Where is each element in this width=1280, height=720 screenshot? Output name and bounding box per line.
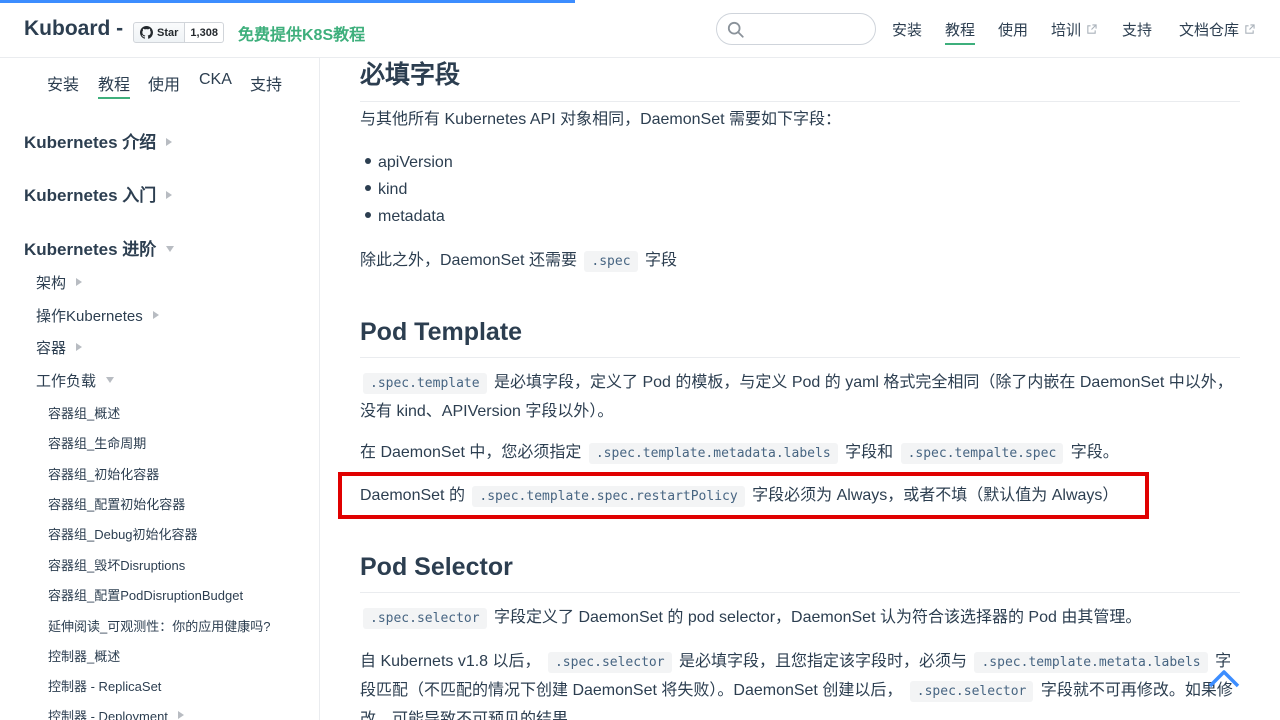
sidebar-subgroup-architecture[interactable]: 架构: [36, 272, 83, 293]
heading-pod-template: Pod Template: [360, 318, 1240, 358]
sidebar-item[interactable]: 延伸阅读_可观测性：你的应用健康吗?: [48, 616, 270, 635]
inline-code: .spec: [584, 251, 638, 272]
external-link-icon: [1245, 24, 1255, 34]
external-link-icon: [1087, 24, 1097, 34]
inline-code: .spec.tempalte.spec: [900, 443, 1064, 464]
chevron-right-icon: [177, 711, 184, 719]
sidebar-item[interactable]: 容器组_生命周期: [48, 433, 146, 452]
nav-usage[interactable]: 使用: [998, 19, 1028, 40]
list-item: metadata: [360, 208, 445, 226]
list-item: apiVersion: [360, 154, 453, 172]
sidebar-item[interactable]: 容器组_配置PodDisruptionBudget: [48, 585, 243, 604]
nav-training[interactable]: 培训: [1051, 19, 1097, 40]
chevron-down-icon: [166, 246, 175, 252]
inline-code: .spec.template.metata.labels: [974, 652, 1208, 673]
sidebar-group-k8s-advanced[interactable]: Kubernetes 进阶: [24, 235, 175, 260]
sidebar-subgroup-operate[interactable]: 操作Kubernetes: [36, 305, 159, 326]
paragraph: 自 Kubernets v1.8 以后， .spec.selector 是必填字…: [360, 652, 1233, 720]
chevron-right-icon: [152, 311, 159, 319]
inline-code: .spec.selector: [547, 652, 672, 673]
inline-code: .spec.template.metadata.labels: [588, 443, 838, 464]
paragraph: 与其他所有 Kubernetes API 对象相同，DaemonSet 需要如下…: [360, 111, 842, 128]
sidebar-nav-support[interactable]: 支持: [250, 71, 282, 95]
paragraph: 除此之外，DaemonSet 还需要 .spec 字段: [360, 247, 1240, 276]
inline-code: .spec.selector: [909, 681, 1034, 702]
sidebar-item[interactable]: 控制器_概述: [48, 646, 120, 665]
sidebar-group-k8s-intro[interactable]: Kubernetes 介绍: [24, 128, 173, 153]
sidebar-item[interactable]: 容器组_配置初始化容器: [48, 494, 185, 513]
inline-code: .spec.selector: [363, 608, 487, 629]
list-item: kind: [360, 181, 407, 199]
heading-pod-selector: Pod Selector: [360, 553, 1240, 593]
sidebar-nav-install[interactable]: 安装: [47, 71, 79, 95]
sidebar-nav-tutorial[interactable]: 教程: [98, 71, 131, 99]
sidebar-item[interactable]: 容器组_概述: [48, 403, 120, 422]
nav-tutorial[interactable]: 教程: [945, 19, 976, 45]
highlight-annotation-box: [338, 472, 1149, 519]
chevron-right-icon: [76, 278, 83, 286]
nav-docs-repo[interactable]: 文档仓库: [1179, 19, 1255, 40]
paragraph: 在 DaemonSet 中，您必须指定 .spec.template.metad…: [360, 439, 1240, 468]
chevron-down-icon: [106, 377, 115, 383]
sidebar: 安装 教程 使用 CKA 支持 Kubernetes 介绍 Kubernetes…: [0, 58, 320, 720]
chevron-right-icon: [76, 343, 83, 351]
sidebar-nav-usage[interactable]: 使用: [148, 71, 180, 95]
sidebar-nav-cka[interactable]: CKA: [199, 71, 232, 89]
chevron-right-icon: [166, 191, 173, 199]
top-navbar: Kuboard - Star 1,308 免费提供K8S教程 安装 教程 使用 …: [0, 0, 1280, 58]
nav-support[interactable]: 支持: [1122, 19, 1152, 40]
page-progress-bar: [0, 0, 575, 3]
inline-code: .spec.template: [363, 373, 487, 394]
sidebar-group-k8s-getting-started[interactable]: Kubernetes 入门: [24, 181, 173, 206]
sidebar-item[interactable]: 容器组_Debug初始化容器: [48, 524, 198, 543]
sidebar-subgroup-workloads[interactable]: 工作负载: [36, 370, 115, 391]
sidebar-item[interactable]: 控制器 - ReplicaSet: [48, 676, 161, 695]
sidebar-item[interactable]: 容器组_毁坏Disruptions: [48, 555, 185, 574]
chevron-right-icon: [166, 138, 173, 146]
sidebar-item[interactable]: 容器组_初始化容器: [48, 464, 159, 483]
sidebar-subgroup-containers[interactable]: 容器: [36, 337, 83, 358]
main-content: 必填字段 与其他所有 Kubernetes API 对象相同，DaemonSet…: [360, 58, 1240, 720]
top-nav: 安装 教程 使用 培训 支持 文档仓库: [0, 19, 1280, 45]
nav-install[interactable]: 安装: [892, 19, 922, 40]
back-to-top-icon[interactable]: [1207, 666, 1241, 690]
paragraph: .spec.selector 字段定义了 DaemonSet 的 pod sel…: [360, 604, 1240, 633]
paragraph: .spec.template 是必填字段，定义了 Pod 的模板，与定义 Pod…: [360, 373, 1233, 420]
sidebar-item[interactable]: 控制器 - Deployment: [48, 706, 184, 720]
heading-required-fields: 必填字段: [360, 58, 1240, 102]
